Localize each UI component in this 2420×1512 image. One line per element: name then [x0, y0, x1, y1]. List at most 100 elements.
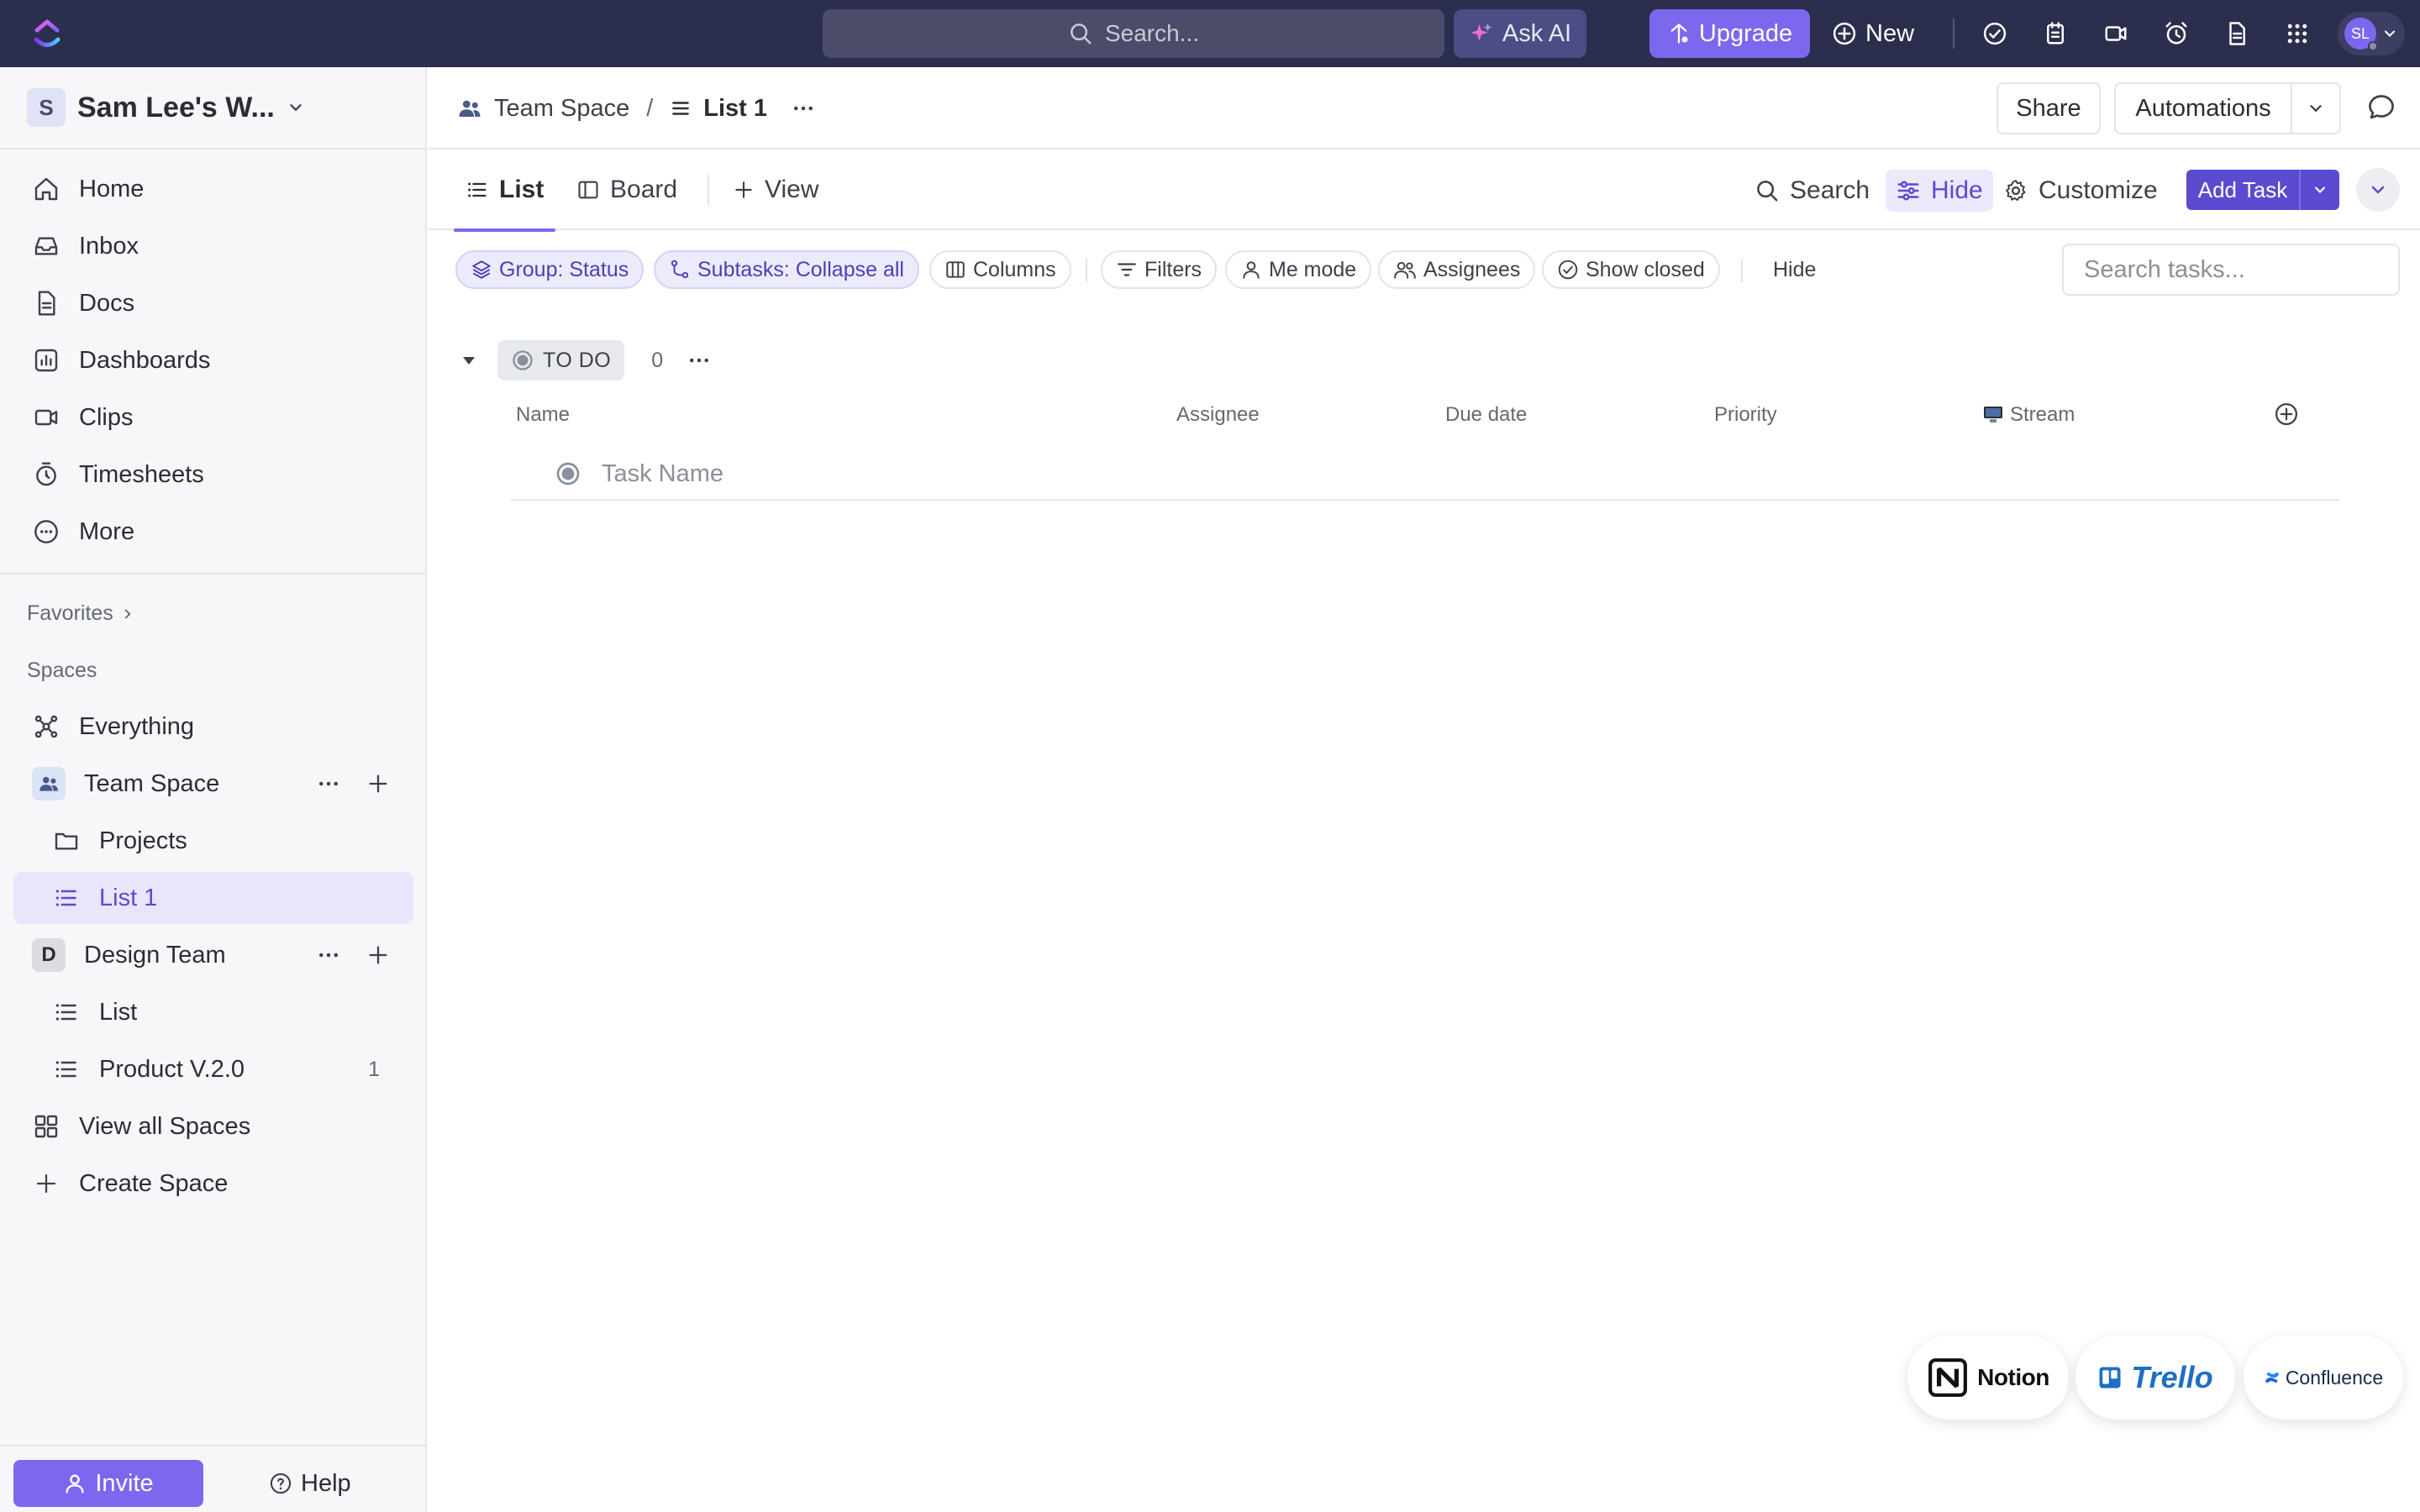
status-dot-icon[interactable]: [555, 460, 581, 487]
notion-import-card[interactable]: Notion: [1907, 1336, 2069, 1420]
chip-label: Assignees: [1423, 257, 1521, 281]
avatar-initials: SL: [2350, 24, 2370, 42]
add-task-label: Add Task: [2186, 170, 2301, 210]
sidebar-item-dashboards[interactable]: Dashboards: [13, 334, 413, 386]
tab-label: List: [499, 176, 544, 203]
sidebar-item-timesheets[interactable]: Timesheets: [13, 449, 413, 501]
filters-chip[interactable]: Filters: [1101, 250, 1218, 289]
check-circle-icon[interactable]: [1978, 17, 2012, 50]
breadcrumb-space[interactable]: Team Space: [494, 95, 629, 123]
video-icon: [32, 403, 60, 432]
apps-grid-icon[interactable]: [2281, 17, 2314, 50]
hide-chip[interactable]: Hide: [1758, 250, 1832, 289]
column-header-priority[interactable]: Priority: [1714, 403, 1777, 427]
show-closed-chip[interactable]: Show closed: [1542, 250, 1720, 289]
filter-bar: Group: Status Subtasks: Collapse all Col…: [429, 230, 2420, 311]
tab-divider: [708, 175, 709, 205]
user-icon: [1240, 259, 1262, 281]
sidebar-item-design-team[interactable]: D Design Team: [13, 929, 413, 981]
user-avatar-menu[interactable]: SL: [2338, 12, 2405, 55]
add-column-icon[interactable]: [2274, 402, 2299, 427]
me-mode-chip[interactable]: Me mode: [1225, 250, 1372, 289]
search-button[interactable]: Search: [1754, 170, 1870, 212]
sidebar-item-team-space[interactable]: Team Space: [13, 758, 413, 810]
more-horizontal-icon[interactable]: [687, 348, 712, 373]
notepad-icon[interactable]: [2039, 17, 2072, 50]
check-circle-icon: [1557, 259, 1579, 281]
space-badge: D: [32, 938, 66, 972]
sidebar-item-list-1[interactable]: List 1: [13, 872, 413, 924]
help-button[interactable]: Help: [269, 1460, 351, 1507]
list-icon: [670, 97, 692, 119]
columns-chip[interactable]: Columns: [929, 250, 1071, 289]
sidebar-item-home[interactable]: Home: [13, 163, 413, 215]
workspace-switcher[interactable]: S Sam Lee's W...: [27, 86, 305, 129]
new-task-row[interactable]: Task Name: [511, 449, 2339, 501]
chevron-down-icon[interactable]: [2301, 181, 2339, 198]
status-badge[interactable]: TO DO: [497, 340, 625, 381]
sidebar-item-projects[interactable]: Projects: [13, 815, 413, 867]
trello-label: Trello: [2131, 1360, 2213, 1394]
sidebar-item-product[interactable]: Product V.2.0 1: [13, 1043, 413, 1095]
sidebar-item-docs[interactable]: Docs: [13, 277, 413, 329]
ask-ai-button[interactable]: Ask AI: [1454, 9, 1586, 58]
chevron-down-icon[interactable]: [2292, 99, 2339, 118]
alarm-clock-icon[interactable]: [2160, 17, 2193, 50]
global-search-bar[interactable]: Search...: [823, 9, 1444, 58]
more-horizontal-icon[interactable]: [316, 771, 341, 796]
confluence-import-card[interactable]: Confluence: [2244, 1336, 2403, 1420]
plus-icon[interactable]: [366, 943, 390, 967]
plus-circle-icon: [1832, 21, 1857, 46]
invite-button[interactable]: Invite: [13, 1460, 203, 1507]
sidebar-item-view-all-spaces[interactable]: View all Spaces: [13, 1100, 413, 1152]
chip-label: Group: Status: [499, 257, 629, 281]
more-horizontal-icon[interactable]: [316, 942, 341, 968]
breadcrumb-list[interactable]: List 1: [703, 95, 767, 123]
caret-down-icon[interactable]: [459, 350, 479, 370]
new-button[interactable]: New: [1832, 9, 1924, 58]
automations-button[interactable]: Automations: [2114, 82, 2341, 134]
column-header-name[interactable]: Name: [516, 403, 570, 427]
collapse-toggle-button[interactable]: [2356, 168, 2400, 212]
everything-icon: [32, 712, 60, 741]
tab-list[interactable]: List: [453, 150, 556, 232]
hide-button[interactable]: Hide: [1886, 170, 1993, 212]
clickup-logo-icon[interactable]: [30, 17, 64, 50]
add-view-button[interactable]: View: [733, 150, 818, 230]
sidebar-item-clips[interactable]: Clips: [13, 391, 413, 444]
trello-import-card[interactable]: Trello: [2075, 1336, 2235, 1420]
chevron-down-icon: [287, 98, 305, 117]
sidebar-item-create-space[interactable]: Create Space: [13, 1158, 413, 1210]
column-header-assignee[interactable]: Assignee: [1176, 403, 1260, 427]
subtasks-chip[interactable]: Subtasks: Collapse all: [654, 250, 919, 289]
top-bar: Search... Ask AI Upgrade New SL: [0, 0, 2420, 67]
favorites-section[interactable]: Favorites: [27, 601, 135, 626]
tab-label: View: [765, 176, 819, 203]
group-by-chip[interactable]: Group: Status: [455, 250, 644, 289]
ask-ai-label: Ask AI: [1502, 19, 1572, 47]
customize-button[interactable]: Customize: [2003, 170, 2158, 212]
sidebar-item-label: View all Spaces: [79, 1112, 251, 1140]
column-header-due-date[interactable]: Due date: [1445, 403, 1527, 427]
column-header-stream[interactable]: Stream: [1983, 403, 2075, 427]
assignees-chip[interactable]: Assignees: [1378, 250, 1536, 289]
chip-label: Columns: [973, 257, 1056, 281]
sidebar-item-label: Inbox: [79, 232, 139, 260]
chevron-down-icon: [2368, 180, 2388, 200]
document-icon[interactable]: [2220, 17, 2254, 50]
plus-icon[interactable]: [366, 772, 390, 795]
sidebar-item-inbox[interactable]: Inbox: [13, 220, 413, 272]
more-horizontal-icon[interactable]: [791, 96, 816, 121]
sidebar-item-list[interactable]: List: [13, 986, 413, 1038]
sidebar-item-everything[interactable]: Everything: [13, 701, 413, 753]
upgrade-button[interactable]: Upgrade: [1649, 9, 1810, 58]
search-tasks-input[interactable]: Search tasks...: [2062, 244, 2400, 296]
upgrade-icon: [1667, 22, 1691, 45]
chat-icon[interactable]: [2366, 92, 2396, 123]
add-task-button[interactable]: Add Task: [2186, 170, 2339, 210]
video-camera-icon[interactable]: [2099, 17, 2133, 50]
share-button[interactable]: Share: [1996, 82, 2101, 134]
sidebar-item-more[interactable]: More: [13, 506, 413, 558]
topbar-divider: [1953, 18, 1954, 49]
tab-board[interactable]: Board: [576, 150, 677, 230]
